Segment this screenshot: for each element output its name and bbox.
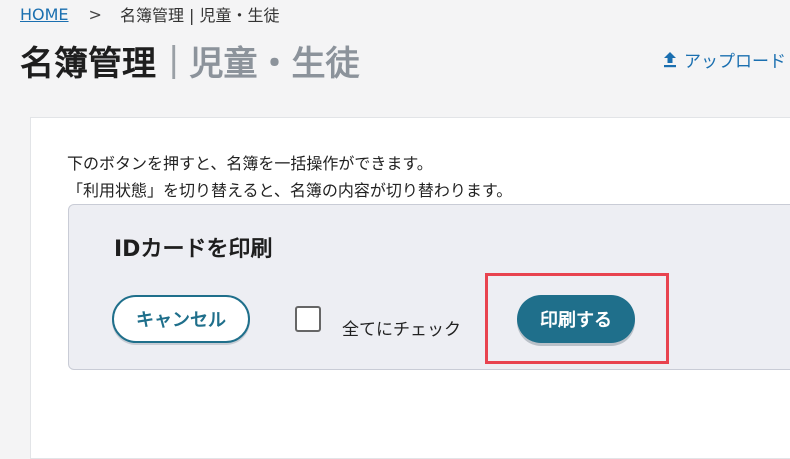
page-title-divider: | — [168, 40, 180, 80]
page-title-sub: 児童・生徒 — [189, 43, 360, 84]
upload-icon — [664, 51, 676, 67]
check-all-label: 全てにチェック — [342, 320, 461, 340]
highlight-box — [485, 273, 669, 364]
check-all-checkbox[interactable] — [295, 306, 321, 332]
breadcrumb-current: 名簿管理 | 児童・生徒 — [119, 6, 280, 25]
description-line-2: 「利用状態」を切り替えると、名簿の内容が切り替わります。 — [67, 181, 513, 200]
action-box-title: IDカードを印刷 — [114, 237, 273, 262]
description: 下のボタンを押すと、名簿を一括操作ができます。 「利用状態」を切り替えると、名簿… — [67, 150, 512, 204]
cancel-button[interactable]: キャンセル — [112, 295, 250, 343]
breadcrumb: HOME > 名簿管理 | 児童・生徒 — [20, 3, 280, 26]
upload-link[interactable]: アップロード — [662, 46, 786, 72]
page-title-main: 名簿管理 — [20, 43, 156, 84]
upload-label: アップロード — [684, 51, 786, 72]
description-line-1: 下のボタンを押すと、名簿を一括操作ができます。 — [67, 154, 433, 173]
breadcrumb-separator: > — [88, 4, 102, 24]
id-card-print-box: IDカードを印刷 キャンセル 全てにチェック 印刷する — [68, 204, 790, 370]
breadcrumb-home-link[interactable]: HOME — [20, 5, 69, 24]
page-title: 名簿管理 | 児童・生徒 — [20, 36, 359, 84]
